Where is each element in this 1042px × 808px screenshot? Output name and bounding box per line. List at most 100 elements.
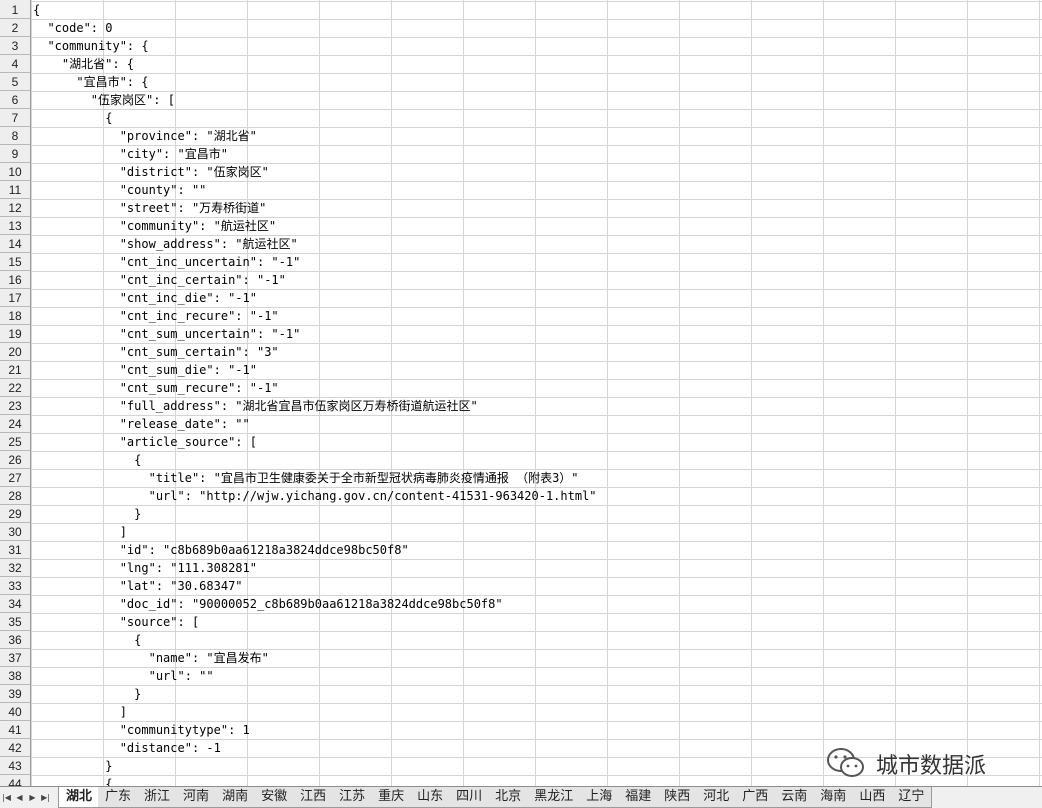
table-row[interactable]: 10 "district": "伍家岗区" xyxy=(0,163,1042,181)
table-row[interactable]: 32 "lng": "111.308281" xyxy=(0,559,1042,577)
row-number[interactable]: 24 xyxy=(0,415,30,433)
table-row[interactable]: 24 "release_date": "" xyxy=(0,415,1042,433)
table-row[interactable]: 11 "county": "" xyxy=(0,181,1042,199)
sheet-tab[interactable]: 黑龙江 xyxy=(527,787,582,808)
sheet-tab[interactable]: 湖南 xyxy=(215,787,257,808)
table-row[interactable]: 38 "url": "" xyxy=(0,667,1042,685)
sheet-tab[interactable]: 广东 xyxy=(98,787,140,808)
first-sheet-icon[interactable]: |◀ xyxy=(0,788,13,808)
json-line-cell[interactable]: "title": "宜昌市卫生健康委关于全市新型冠状病毒肺炎疫情通报 （附表3）… xyxy=(33,469,579,487)
row-number[interactable]: 38 xyxy=(0,667,30,685)
json-line-cell[interactable]: "city": "宜昌市" xyxy=(33,145,228,163)
row-number[interactable]: 2 xyxy=(0,19,30,37)
json-line-cell[interactable]: } xyxy=(33,505,141,523)
row-number[interactable]: 34 xyxy=(0,595,30,613)
table-row[interactable]: 29 } xyxy=(0,505,1042,523)
json-line-cell[interactable]: "湖北省": { xyxy=(33,55,134,73)
table-row[interactable]: 17 "cnt_inc_die": "-1" xyxy=(0,289,1042,307)
table-row[interactable]: 8 "province": "湖北省" xyxy=(0,127,1042,145)
row-number[interactable]: 33 xyxy=(0,577,30,595)
table-row[interactable]: 34 "doc_id": "90000052_c8b689b0aa61218a3… xyxy=(0,595,1042,613)
row-number[interactable]: 3 xyxy=(0,37,30,55)
row-number[interactable]: 21 xyxy=(0,361,30,379)
table-row[interactable]: 23 "full_address": "湖北省宜昌市伍家岗区万寿桥街道航运社区" xyxy=(0,397,1042,415)
sheet-tab[interactable]: 北京 xyxy=(488,787,530,808)
row-number[interactable]: 31 xyxy=(0,541,30,559)
json-line-cell[interactable]: "communitytype": 1 xyxy=(33,721,250,739)
table-row[interactable]: 27 "title": "宜昌市卫生健康委关于全市新型冠状病毒肺炎疫情通报 （附… xyxy=(0,469,1042,487)
last-sheet-icon[interactable]: ▶| xyxy=(39,788,52,808)
table-row[interactable]: 25 "article_source": [ xyxy=(0,433,1042,451)
sheet-tab[interactable]: 山西 xyxy=(852,787,894,808)
json-line-cell[interactable]: "code": 0 xyxy=(33,19,112,37)
table-row[interactable]: 19 "cnt_sum_uncertain": "-1" xyxy=(0,325,1042,343)
spreadsheet-grid[interactable]: 1{2 "code": 03 "community": {4 "湖北省": {5… xyxy=(0,0,1042,786)
json-line-cell[interactable]: "doc_id": "90000052_c8b689b0aa61218a3824… xyxy=(33,595,503,613)
row-number[interactable]: 4 xyxy=(0,55,30,73)
json-line-cell[interactable]: "cnt_sum_uncertain": "-1" xyxy=(33,325,301,343)
row-number[interactable]: 43 xyxy=(0,757,30,775)
table-row[interactable]: 5 "宜昌市": { xyxy=(0,73,1042,91)
sheet-tab[interactable]: 四川 xyxy=(449,787,491,808)
json-line-cell[interactable]: "show_address": "航运社区" xyxy=(33,235,298,253)
row-number[interactable]: 42 xyxy=(0,739,30,757)
sheet-tab[interactable]: 陕西 xyxy=(657,787,699,808)
json-line-cell[interactable]: } xyxy=(33,757,112,775)
sheet-tab[interactable]: 河北 xyxy=(696,787,738,808)
table-row[interactable]: 41 "communitytype": 1 xyxy=(0,721,1042,739)
row-number[interactable]: 40 xyxy=(0,703,30,721)
row-number[interactable]: 44 xyxy=(0,775,30,786)
table-row[interactable]: 40 ] xyxy=(0,703,1042,721)
table-row[interactable]: 28 "url": "http://wjw.yichang.gov.cn/con… xyxy=(0,487,1042,505)
table-row[interactable]: 30 ] xyxy=(0,523,1042,541)
json-line-cell[interactable]: "source": [ xyxy=(33,613,199,631)
row-number[interactable]: 19 xyxy=(0,325,30,343)
json-line-cell[interactable]: "cnt_inc_uncertain": "-1" xyxy=(33,253,301,271)
table-row[interactable]: 33 "lat": "30.68347" xyxy=(0,577,1042,595)
sheet-tab[interactable]: 海南 xyxy=(813,787,855,808)
json-line-cell[interactable]: "id": "c8b689b0aa61218a3824ddce98bc50f8" xyxy=(33,541,409,559)
row-number[interactable]: 1 xyxy=(0,1,30,19)
next-sheet-icon[interactable]: ▶ xyxy=(26,788,39,808)
table-row[interactable]: 2 "code": 0 xyxy=(0,19,1042,37)
table-row[interactable]: 26 { xyxy=(0,451,1042,469)
json-line-cell[interactable]: "full_address": "湖北省宜昌市伍家岗区万寿桥街道航运社区" xyxy=(33,397,478,415)
json-line-cell[interactable]: "url": "" xyxy=(33,667,214,685)
row-number[interactable]: 14 xyxy=(0,235,30,253)
json-line-cell[interactable]: { xyxy=(33,109,112,127)
json-line-cell[interactable]: "county": "" xyxy=(33,181,207,199)
row-number[interactable]: 18 xyxy=(0,307,30,325)
table-row[interactable]: 13 "community": "航运社区" xyxy=(0,217,1042,235)
table-row[interactable]: 37 "name": "宜昌发布" xyxy=(0,649,1042,667)
table-row[interactable]: 16 "cnt_inc_certain": "-1" xyxy=(0,271,1042,289)
table-row[interactable]: 14 "show_address": "航运社区" xyxy=(0,235,1042,253)
row-number[interactable]: 30 xyxy=(0,523,30,541)
sheet-tab[interactable]: 安徽 xyxy=(254,787,296,808)
json-line-cell[interactable]: { xyxy=(33,775,112,786)
row-number[interactable]: 9 xyxy=(0,145,30,163)
row-number[interactable]: 26 xyxy=(0,451,30,469)
json-line-cell[interactable]: "street": "万寿桥街道" xyxy=(33,199,267,217)
table-row[interactable]: 36 { xyxy=(0,631,1042,649)
row-number[interactable]: 10 xyxy=(0,163,30,181)
table-row[interactable]: 20 "cnt_sum_certain": "3" xyxy=(0,343,1042,361)
json-line-cell[interactable]: "cnt_sum_certain": "3" xyxy=(33,343,279,361)
row-number[interactable]: 39 xyxy=(0,685,30,703)
row-number[interactable]: 41 xyxy=(0,721,30,739)
row-number[interactable]: 27 xyxy=(0,469,30,487)
table-row[interactable]: 6 "伍家岗区": [ xyxy=(0,91,1042,109)
json-line-cell[interactable]: "province": "湖北省" xyxy=(33,127,257,145)
row-number[interactable]: 6 xyxy=(0,91,30,109)
table-row[interactable]: 22 "cnt_sum_recure": "-1" xyxy=(0,379,1042,397)
sheet-tab[interactable]: 江苏 xyxy=(332,787,374,808)
sheet-tab[interactable]: 江西 xyxy=(293,787,335,808)
row-number[interactable]: 36 xyxy=(0,631,30,649)
row-number[interactable]: 25 xyxy=(0,433,30,451)
sheet-tab[interactable]: 上海 xyxy=(579,787,621,808)
row-number[interactable]: 11 xyxy=(0,181,30,199)
json-line-cell[interactable]: ] xyxy=(33,703,127,721)
sheet-tab[interactable]: 重庆 xyxy=(371,787,413,808)
row-number[interactable]: 37 xyxy=(0,649,30,667)
table-row[interactable]: 18 "cnt_inc_recure": "-1" xyxy=(0,307,1042,325)
sheet-tab[interactable]: 浙江 xyxy=(137,787,179,808)
